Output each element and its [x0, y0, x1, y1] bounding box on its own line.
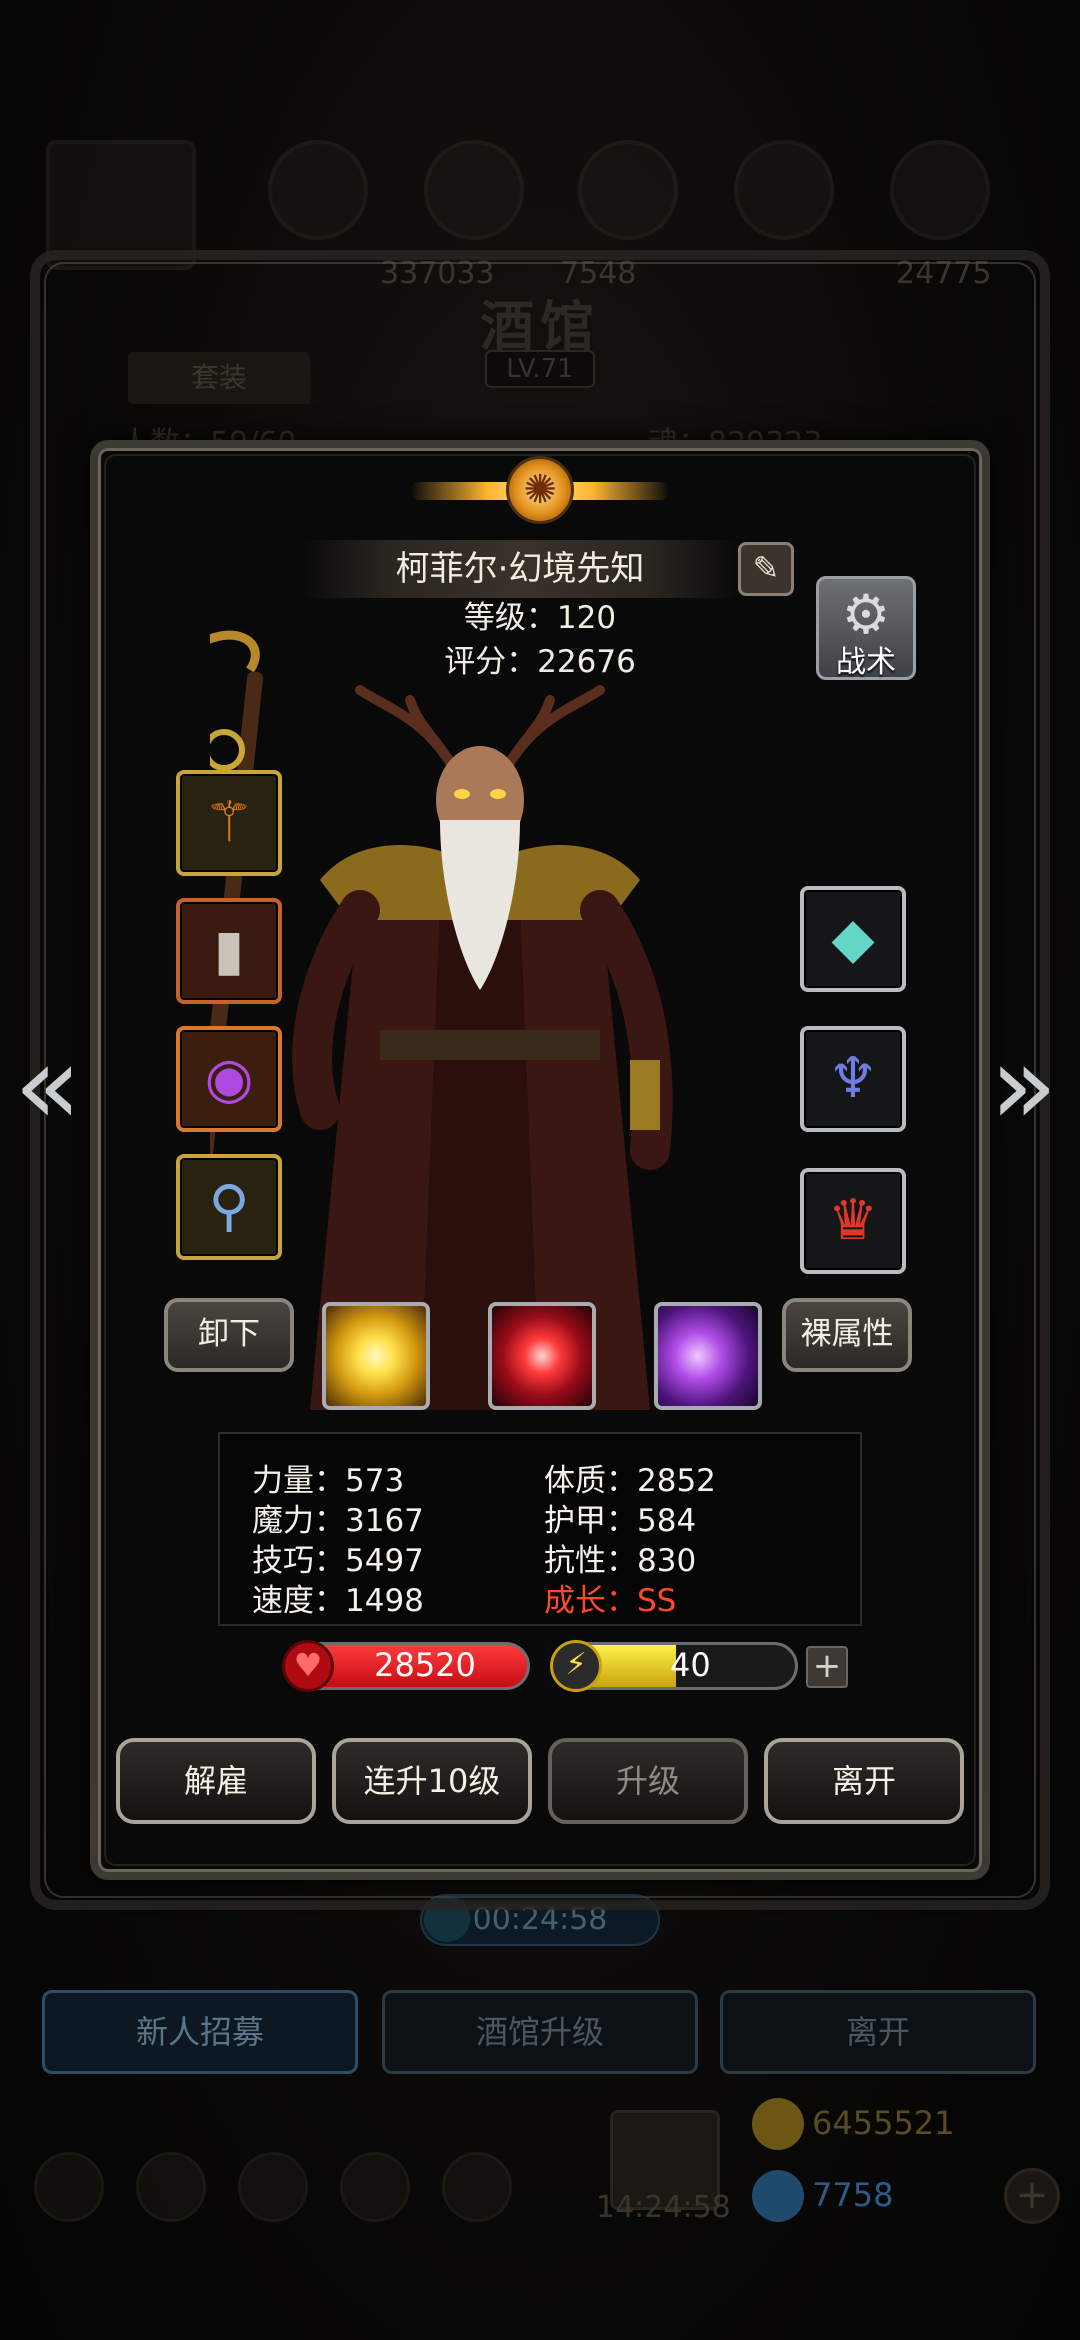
- resource-orb-icon: [734, 140, 834, 240]
- equip-slot-pendant[interactable]: ♆: [800, 1026, 906, 1132]
- necklace-icon: ⚲: [208, 1174, 250, 1239]
- energy-value: 40: [670, 1646, 711, 1684]
- tactics-label: 战术: [836, 645, 896, 680]
- resource-orb-icon: [268, 140, 368, 240]
- nav-icon: [34, 2152, 104, 2222]
- dismiss-button[interactable]: 解雇: [116, 1738, 316, 1824]
- equip-slot-necklace[interactable]: ⚲: [176, 1154, 282, 1260]
- stat-skill: 技巧：5497: [252, 1543, 424, 1579]
- stat-speed: 速度：1498: [252, 1583, 424, 1619]
- upgrade-button[interactable]: 升级: [548, 1738, 748, 1824]
- equip-slot-weapon[interactable]: ⚚: [176, 770, 282, 876]
- tavern-upgrade-button: 酒馆升级: [382, 1990, 698, 2074]
- rename-button[interactable]: ✎: [738, 542, 794, 596]
- staff-crescent: [210, 630, 260, 673]
- pendant-icon: ♆: [827, 1046, 879, 1111]
- staff-icon: ⚚: [203, 790, 255, 855]
- stat-growth: 成长：SS: [544, 1583, 677, 1619]
- stat-strength: 力量：573: [252, 1463, 405, 1499]
- equip-slot-amulet[interactable]: ◉: [176, 1026, 282, 1132]
- gift-timer: 14:24:58: [596, 2190, 731, 2225]
- shadow-claw-skill-icon[interactable]: [654, 1302, 762, 1410]
- resource-orb-icon: [578, 140, 678, 240]
- gold-amount: 6455521: [812, 2104, 955, 2142]
- equip-slot-crest[interactable]: ♛: [800, 1168, 906, 1274]
- nav-icon: [238, 2152, 308, 2222]
- add-currency-icon: +: [1004, 2168, 1060, 2224]
- heart-icon: ♥: [282, 1640, 334, 1692]
- tavern-leave-button: 离开: [720, 1990, 1036, 2074]
- unequip-button[interactable]: 卸下: [164, 1298, 294, 1372]
- equip-slot-crystal[interactable]: ◆: [800, 886, 906, 992]
- hp-value: 28520: [374, 1646, 476, 1684]
- resource-orb-icon: [424, 140, 524, 240]
- lightning-icon: ⚡: [550, 1640, 602, 1692]
- nav-icon: [442, 2152, 512, 2222]
- crest-icon: ♛: [827, 1188, 879, 1253]
- equip-slot-armor[interactable]: ▮: [176, 898, 282, 1004]
- nav-icon: [340, 2152, 410, 2222]
- next-hero-arrow[interactable]: »: [990, 1030, 1057, 1140]
- gem-amount: 7758: [812, 2176, 894, 2214]
- gold-coin-icon: [752, 2098, 804, 2150]
- tactics-button[interactable]: ⚙ 战术: [816, 576, 916, 680]
- armor-icon: ▮: [213, 918, 245, 983]
- stat-resistance: 抗性：830: [544, 1543, 697, 1579]
- hero-name: 柯菲尔·幻境先知: [300, 540, 740, 598]
- stat-magic: 魔力：3167: [252, 1503, 424, 1539]
- new-recruit-button: 新人招募: [42, 1990, 358, 2074]
- pencil-icon: ✎: [752, 549, 780, 587]
- resource-orb-icon: [890, 140, 990, 240]
- emblem-icon: [410, 448, 670, 534]
- stat-armor: 护甲：584: [544, 1503, 697, 1539]
- red-slash-skill-icon[interactable]: [488, 1302, 596, 1410]
- previous-hero-arrow[interactable]: «: [14, 1030, 81, 1140]
- gem-icon: [752, 2170, 804, 2222]
- amulet-icon: ◉: [204, 1046, 254, 1111]
- add-energy-button[interactable]: +: [806, 1646, 848, 1688]
- nav-icon: [136, 2152, 206, 2222]
- bare-attributes-button[interactable]: 裸属性: [782, 1298, 912, 1372]
- crystal-icon: ◆: [831, 906, 875, 971]
- leave-button[interactable]: 离开: [764, 1738, 964, 1824]
- light-burst-skill-icon[interactable]: [322, 1302, 430, 1410]
- stat-constitution: 体质：2852: [544, 1463, 716, 1499]
- upgrade-10-button[interactable]: 连升10级: [332, 1738, 532, 1824]
